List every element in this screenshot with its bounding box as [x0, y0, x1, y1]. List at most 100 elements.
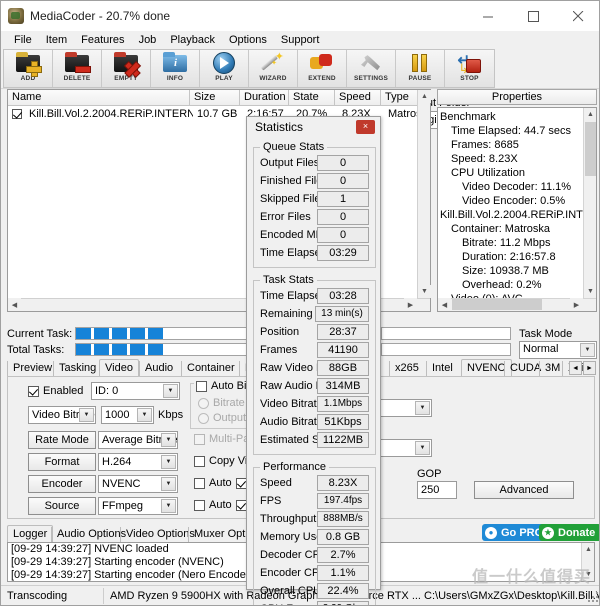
- queue-scroll-left-icon[interactable]: ◀: [8, 298, 21, 311]
- resize-grip-icon[interactable]: [587, 591, 599, 603]
- toolbar-delete-button[interactable]: DELETE: [53, 50, 102, 87]
- chevron-down-icon[interactable]: ▼: [415, 441, 430, 455]
- toolbar-empty-label: EMPTY: [114, 75, 137, 82]
- menu-features[interactable]: Features: [74, 33, 131, 47]
- tabs-prev-icon[interactable]: ◄: [569, 361, 582, 375]
- logger-scroll-up-icon[interactable]: ▲: [582, 543, 595, 556]
- queue-scroll-right-icon[interactable]: ▶: [404, 298, 417, 311]
- encoder-auto-checkbox[interactable]: Auto: [194, 477, 232, 489]
- properties-hscroll-thumb[interactable]: [452, 299, 542, 310]
- chevron-down-icon[interactable]: ▼: [580, 343, 595, 357]
- chevron-down-icon[interactable]: ▼: [163, 384, 178, 398]
- tab-video[interactable]: Video: [99, 359, 139, 376]
- tab-tasking[interactable]: Tasking: [53, 361, 101, 376]
- close-icon[interactable]: [556, 1, 600, 31]
- queue-col-name[interactable]: Name: [8, 90, 190, 105]
- property-line: Bitrate: 11.2 Mbps: [440, 236, 594, 250]
- menu-playback[interactable]: Playback: [163, 33, 222, 47]
- queue-row-checkbox[interactable]: [12, 109, 22, 119]
- maximize-icon[interactable]: [511, 1, 556, 31]
- tab-container[interactable]: Container: [181, 361, 240, 376]
- chevron-down-icon[interactable]: ▼: [137, 408, 152, 422]
- format-value: H.264: [102, 456, 131, 468]
- properties-scroll-up-icon[interactable]: ▲: [584, 108, 597, 121]
- toolbar-play-button[interactable]: PLAY: [200, 50, 249, 87]
- format-select[interactable]: H.264 ▼: [98, 453, 178, 471]
- task-stats-title: Task Stats: [260, 274, 317, 286]
- menu-item[interactable]: Item: [39, 33, 74, 47]
- source-button[interactable]: Source: [28, 497, 96, 515]
- chevron-down-icon[interactable]: ▼: [161, 499, 176, 513]
- toolbar-settings-button[interactable]: SETTINGS: [347, 50, 396, 87]
- tab-x265[interactable]: x265: [389, 361, 424, 376]
- tab-logger[interactable]: Logger: [7, 525, 53, 542]
- video-bitrate-select[interactable]: 1000 ▼: [101, 406, 154, 424]
- properties-button[interactable]: Properties: [437, 89, 597, 105]
- tab-intel[interactable]: Intel: [426, 361, 458, 376]
- queue-col-speed[interactable]: Speed: [335, 90, 381, 105]
- menu-support[interactable]: Support: [274, 33, 327, 47]
- queue-col-state[interactable]: State: [289, 90, 335, 105]
- property-line: Time Elapsed: 44.7 secs: [440, 124, 594, 138]
- toolbar-empty-button[interactable]: EMPTY: [102, 50, 151, 87]
- tab-preview[interactable]: Preview: [7, 361, 57, 376]
- properties-scroll-right-icon[interactable]: ▶: [570, 298, 583, 311]
- source-auto-checkbox[interactable]: Auto: [194, 499, 232, 511]
- video-enabled-checkbox[interactable]: Enabled: [28, 385, 83, 397]
- close-icon[interactable]: ×: [356, 120, 375, 134]
- chevron-down-icon[interactable]: ▼: [161, 433, 176, 447]
- toolbar-stop-button[interactable]: ↵↳ STOP: [445, 50, 494, 87]
- format-button[interactable]: Format: [28, 453, 96, 471]
- tabs-next-icon[interactable]: ►: [583, 361, 596, 375]
- properties-scroll-down-icon[interactable]: ▼: [584, 285, 597, 298]
- current-task-progressbar-right: [381, 327, 511, 340]
- encoder-select[interactable]: NVENC ▼: [98, 475, 178, 493]
- chevron-down-icon[interactable]: ▼: [79, 408, 94, 422]
- source-value: FFmpeg: [102, 500, 143, 512]
- rate-mode-button[interactable]: Rate Mode: [28, 431, 96, 449]
- properties-scroll-left-icon[interactable]: ◀: [438, 298, 451, 311]
- properties-scroll-thumb[interactable]: [585, 122, 596, 176]
- tab-audio[interactable]: Audio: [139, 361, 178, 376]
- queue-scroll-up-icon[interactable]: ▲: [418, 90, 431, 103]
- toolbar-info-button[interactable]: i INFO: [151, 50, 200, 87]
- minimize-icon[interactable]: [466, 1, 511, 31]
- app-icon: [8, 8, 24, 24]
- toolbar-add-button[interactable]: ADD: [4, 50, 53, 87]
- advanced-button[interactable]: Advanced: [474, 481, 574, 499]
- queue-col-duration[interactable]: Duration: [240, 90, 289, 105]
- task-mode-select[interactable]: Normal ▼: [519, 341, 597, 359]
- toolbar-pause-label: PAUSE: [409, 75, 432, 82]
- menu-file[interactable]: File: [7, 33, 39, 47]
- queue-scroll-down-icon[interactable]: ▼: [418, 285, 431, 298]
- video-stream-id-select[interactable]: ID: 0 ▼: [91, 382, 180, 400]
- performance-group: Performance Speed 8.23X FPS 197.4fps Thr…: [253, 467, 376, 606]
- queue-col-size[interactable]: Size: [190, 90, 240, 105]
- menu-job[interactable]: Job: [132, 33, 164, 47]
- properties-panel[interactable]: Benchmark Time Elapsed: 44.7 secs Frames…: [437, 107, 597, 312]
- menu-options[interactable]: Options: [222, 33, 274, 47]
- play-icon: [211, 51, 237, 75]
- toolbar-wizard-button[interactable]: ✦✦ WIZARD: [249, 50, 298, 87]
- stat-value: 0.8 GB: [317, 529, 369, 545]
- chevron-down-icon[interactable]: ▼: [415, 401, 430, 415]
- rate-mode-select[interactable]: Average Bitrate ▼: [98, 431, 178, 449]
- chevron-down-icon[interactable]: ▼: [161, 477, 176, 491]
- source-select[interactable]: FFmpeg ▼: [98, 497, 178, 515]
- properties-horizontal-scrollbar[interactable]: ◀ ▶: [438, 298, 596, 311]
- properties-vertical-scrollbar[interactable]: ▲ ▼: [583, 108, 596, 298]
- stat-label: Video Bitrate: [260, 398, 323, 410]
- chevron-down-icon[interactable]: ▼: [161, 455, 176, 469]
- queue-vertical-scrollbar[interactable]: ▲ ▼: [417, 90, 430, 311]
- toolbar-pause-button[interactable]: PAUSE: [396, 50, 445, 87]
- properties-tree: Benchmark Time Elapsed: 44.7 secs Frames…: [438, 108, 596, 312]
- encoder-button[interactable]: Encoder: [28, 475, 96, 493]
- video-enabled-label: Enabled: [43, 385, 83, 397]
- property-line: Benchmark: [440, 110, 594, 124]
- stat-label: Error Files: [260, 211, 311, 223]
- window-controls: [466, 1, 600, 31]
- toolbar-extend-button[interactable]: EXTEND: [298, 50, 347, 87]
- video-stream-id-value: ID: 0: [95, 385, 118, 397]
- video-bitrate-mode-select[interactable]: Video Bitrate ▼: [28, 406, 96, 424]
- gop-input[interactable]: 250: [417, 481, 457, 499]
